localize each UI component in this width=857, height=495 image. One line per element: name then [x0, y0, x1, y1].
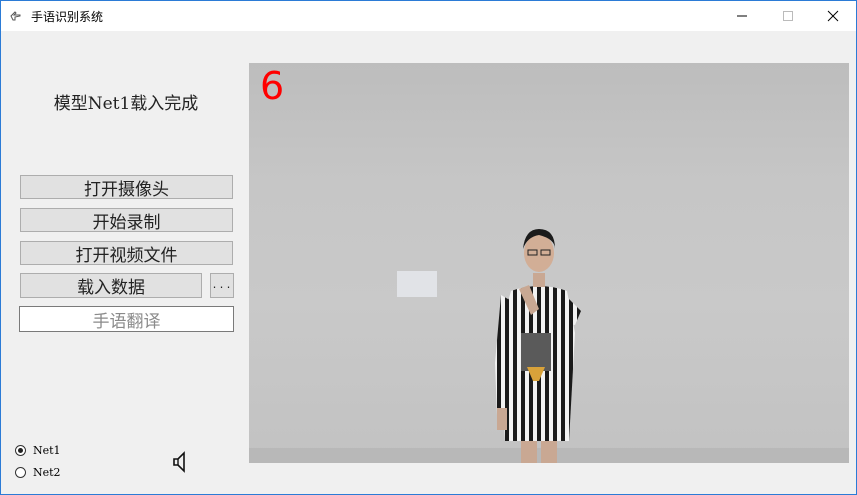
- video-display: 6: [249, 63, 849, 463]
- radio-net2[interactable]: Net2: [15, 466, 61, 479]
- app-hand-icon: [10, 11, 21, 21]
- open-camera-button[interactable]: 打开摄像头: [20, 175, 233, 200]
- maximize-button[interactable]: [765, 1, 811, 31]
- window-title: 手语识别系统: [31, 10, 104, 24]
- title-bar[interactable]: 手语识别系统: [1, 1, 856, 31]
- video-frame-image: [249, 229, 849, 463]
- start-record-button[interactable]: 开始录制: [20, 208, 233, 233]
- close-icon: [827, 10, 839, 22]
- load-data-button[interactable]: 载入数据: [20, 273, 202, 298]
- radio-net1[interactable]: Net1: [15, 444, 61, 457]
- radio-button-unselected[interactable]: [15, 467, 26, 478]
- minimize-button[interactable]: [719, 1, 765, 31]
- radio-net1-label: Net1: [33, 444, 61, 457]
- maximize-icon: [783, 11, 793, 21]
- close-button[interactable]: [810, 1, 856, 31]
- radio-button-selected[interactable]: [15, 445, 26, 456]
- model-status-label: 模型Net1载入完成: [53, 94, 199, 114]
- speaker-icon[interactable]: [172, 451, 190, 473]
- frame-counter: 6: [260, 64, 285, 108]
- minimize-icon: [737, 15, 747, 17]
- translation-output-field[interactable]: 手语翻译: [19, 306, 234, 332]
- browse-button[interactable]: ...: [210, 273, 234, 298]
- open-video-file-button[interactable]: 打开视频文件: [20, 241, 233, 266]
- radio-net2-label: Net2: [33, 466, 61, 479]
- app-window: 手语识别系统 模型Net1载入完成 打开摄像头 开始录制 打开视频文件 载入数据…: [0, 0, 857, 495]
